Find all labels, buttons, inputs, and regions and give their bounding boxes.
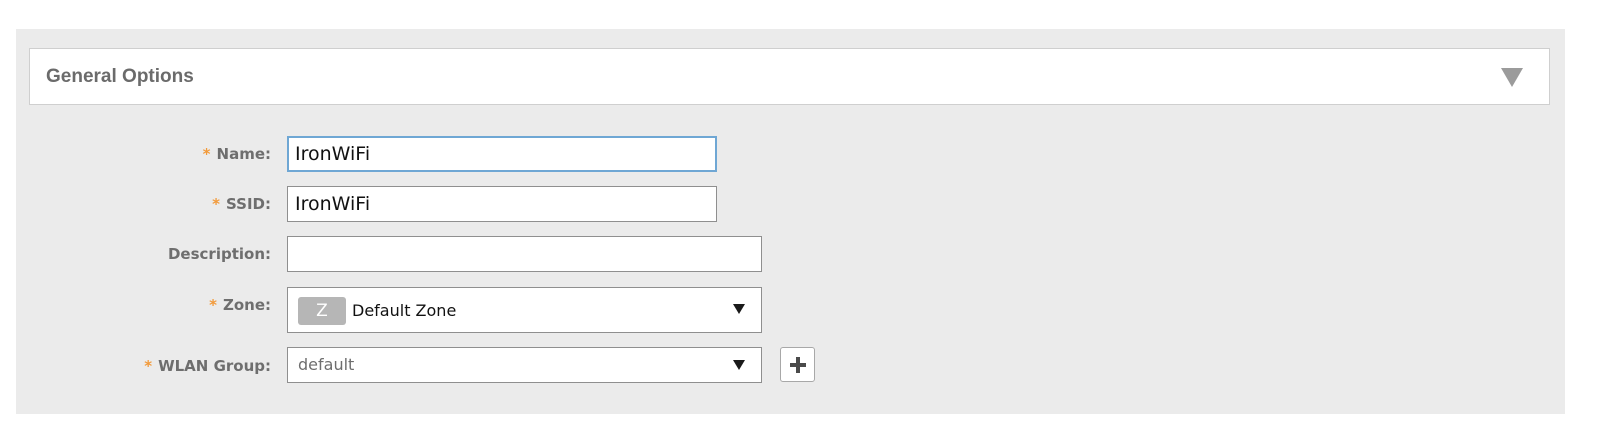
description-row: Description:	[16, 236, 1565, 272]
add-wlan-group-button[interactable]	[780, 347, 815, 382]
description-label: Description:	[167, 245, 271, 263]
wlan-group-select[interactable]: default	[287, 347, 762, 383]
zone-select[interactable]: Z Default Zone	[287, 287, 762, 333]
wlan-group-label: * WLAN Group:	[144, 357, 271, 375]
wlan-group-selected-value: default	[298, 355, 355, 374]
chevron-down-icon[interactable]	[733, 304, 745, 314]
zone-label: * Zone:	[209, 296, 271, 314]
required-marker: *	[202, 145, 211, 163]
zone-row: * Zone: Z Default Zone	[16, 287, 1565, 333]
plus-icon	[790, 357, 806, 373]
general-options-panel: General Options *Name: *SSID: Descriptio…	[16, 29, 1565, 414]
ssid-row: * SSID:	[16, 186, 1565, 222]
required-marker: *	[144, 357, 153, 375]
section-title: General Options	[46, 66, 194, 87]
zone-selected-value: Default Zone	[352, 301, 457, 320]
collapse-triangle-icon[interactable]	[1501, 68, 1523, 87]
chevron-down-icon[interactable]	[733, 360, 745, 370]
description-input[interactable]	[287, 236, 762, 272]
required-marker: *	[209, 296, 217, 314]
name-row: * Name:	[16, 136, 1565, 172]
required-marker: *	[212, 195, 221, 213]
general-options-header[interactable]: General Options	[29, 48, 1550, 105]
zone-badge: Z	[298, 297, 346, 325]
ssid-label: * SSID:	[212, 195, 271, 213]
name-label: * Name:	[202, 145, 271, 163]
wlan-group-row: * WLAN Group: default	[16, 347, 1565, 383]
name-input[interactable]	[287, 136, 717, 172]
ssid-input[interactable]	[287, 186, 717, 222]
